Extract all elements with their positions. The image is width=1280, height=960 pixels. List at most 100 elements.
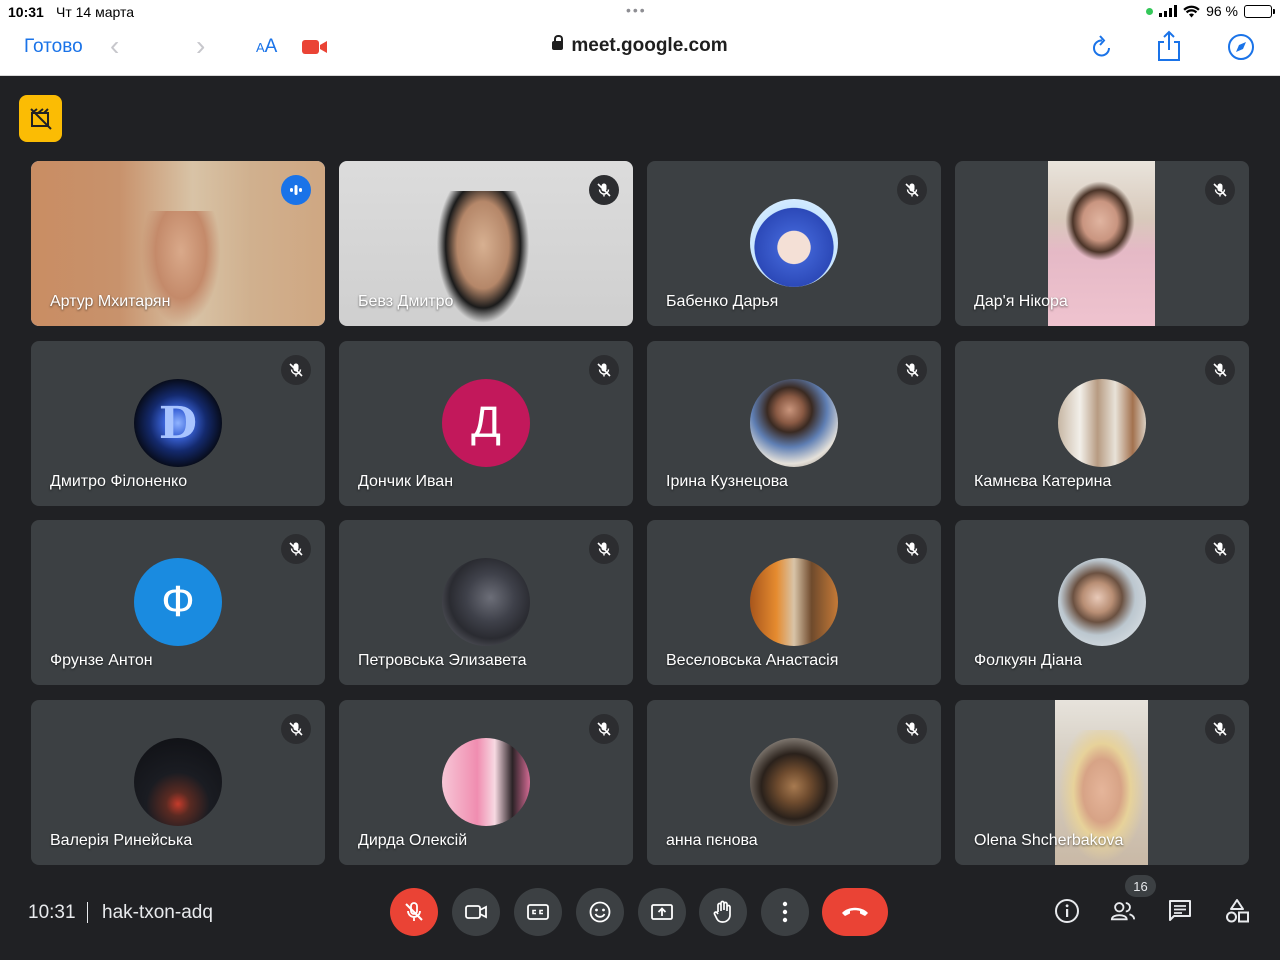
meeting-controls-bar: 10:31 hak-txon-adq: [0, 880, 1280, 960]
participant-tile[interactable]: Фолкуян Діана: [955, 520, 1249, 685]
hang-up-icon: [842, 907, 868, 916]
muted-indicator: [897, 175, 927, 205]
mic-off-icon: [1213, 183, 1227, 197]
participant-tile[interactable]: Дар'я Нікора: [955, 161, 1249, 326]
raise-hand-button[interactable]: [699, 888, 747, 936]
participant-name: Валерія Ринейська: [50, 832, 193, 849]
participant-name: Дмитро Філоненко: [50, 473, 188, 490]
participant-count-badge: 16: [1125, 875, 1156, 897]
mic-off-icon: [289, 542, 303, 556]
participant-name: Веселовська Анастасія: [666, 652, 839, 669]
mic-off-icon: [597, 183, 611, 197]
hand-icon: [713, 900, 731, 923]
participant-name: Olena Shcherbakova: [974, 832, 1124, 849]
participant-tile[interactable]: Веселовська Анастасія: [647, 520, 941, 685]
reactions-button[interactable]: [576, 888, 624, 936]
more-options-button[interactable]: [761, 888, 809, 936]
recording-icon: [29, 107, 52, 130]
chat-button[interactable]: [1167, 898, 1193, 924]
participant-avatar: [442, 738, 530, 826]
mic-off-icon: [1213, 722, 1227, 736]
participant-name: Бабенко Дарья: [666, 293, 779, 310]
participant-tile[interactable]: Д Дончик Иван: [339, 341, 633, 506]
multitasking-dots[interactable]: •••: [626, 2, 647, 18]
participant-name: Дончик Иван: [358, 473, 454, 490]
muted-indicator: [589, 175, 619, 205]
lock-icon: [552, 35, 564, 50]
mic-off-icon: [905, 183, 919, 197]
status-bar: 10:31 Чт 14 марта ••• 96 %: [0, 0, 1280, 24]
people-icon: [1110, 902, 1136, 921]
captions-button[interactable]: [514, 888, 562, 936]
muted-indicator: [897, 534, 927, 564]
participant-tile[interactable]: Бевз Дмитро: [339, 161, 633, 326]
mic-off-icon: [905, 542, 919, 556]
microphone-toggle-button[interactable]: [390, 888, 438, 936]
participant-name: Дирда Олексій: [358, 832, 468, 849]
participant-tile[interactable]: Дирда Олексій: [339, 700, 633, 865]
mic-off-icon: [289, 363, 303, 377]
avatar-initial: Ф: [161, 577, 195, 626]
participant-name: Фрунзе Антон: [50, 652, 153, 669]
participant-avatar: Ф: [134, 558, 222, 646]
meeting-details-button[interactable]: [1054, 898, 1080, 924]
present-screen-button[interactable]: [638, 888, 686, 936]
address-bar[interactable]: meet.google.com: [0, 35, 1280, 57]
browser-toolbar: Готово ‹ › AAAA meet.google.com: [0, 24, 1280, 76]
recording-indicator[interactable]: [19, 95, 62, 142]
status-indicators: 96 %: [1146, 3, 1275, 19]
activities-button[interactable]: [1224, 898, 1250, 924]
meeting-time: 10:31: [28, 902, 76, 923]
more-vert-icon: [782, 901, 788, 923]
participant-tile[interactable]: Olena Shcherbakova: [955, 700, 1249, 865]
participant-name: Бевз Дмитро: [358, 293, 454, 310]
participant-avatar: D: [134, 379, 222, 467]
participant-name: Ірина Кузнецова: [666, 473, 788, 490]
speaking-indicator: [281, 175, 311, 205]
emoji-icon: [589, 901, 611, 923]
participant-avatar: [750, 738, 838, 826]
reload-icon[interactable]: [1090, 34, 1114, 60]
muted-indicator: [281, 355, 311, 385]
participants-button[interactable]: [1110, 898, 1136, 924]
participant-tile[interactable]: Ірина Кузнецова: [647, 341, 941, 506]
participant-name: Артур Мхитарян: [50, 293, 171, 310]
muted-indicator: [897, 355, 927, 385]
participant-tile[interactable]: Бабенко Дарья: [647, 161, 941, 326]
participant-tile[interactable]: Ф Фрунзе Антон: [31, 520, 325, 685]
mic-off-icon: [905, 363, 919, 377]
mic-off-icon: [905, 722, 919, 736]
participant-name: анна пєнова: [666, 832, 758, 849]
participant-name: Фолкуян Діана: [974, 652, 1083, 669]
participant-tile[interactable]: D Дмитро Філоненко: [31, 341, 325, 506]
mic-off-icon: [597, 542, 611, 556]
participant-name: Камнєва Катерина: [974, 473, 1112, 490]
participant-avatar: [1058, 379, 1146, 467]
compass-icon[interactable]: [1227, 33, 1255, 61]
participant-tile[interactable]: анна пєнова: [647, 700, 941, 865]
muted-indicator: [281, 534, 311, 564]
battery-percent: 96 %: [1206, 3, 1238, 19]
divider: [87, 902, 88, 923]
mic-off-icon: [289, 722, 303, 736]
participant-tile[interactable]: Артур Мхитарян: [31, 161, 325, 326]
info-icon: [1055, 899, 1079, 923]
muted-indicator: [1205, 175, 1235, 205]
participant-tile[interactable]: Валерія Ринейська: [31, 700, 325, 865]
participant-tile[interactable]: Петровська Элизавета: [339, 520, 633, 685]
participant-name: Петровська Элизавета: [358, 652, 527, 669]
participant-avatar: [750, 558, 838, 646]
participant-avatar: [1058, 558, 1146, 646]
camera-toggle-button[interactable]: [452, 888, 500, 936]
mic-off-icon: [597, 722, 611, 736]
status-time: 10:31: [8, 4, 44, 20]
avatar-initial: Д: [471, 398, 501, 447]
mic-off-icon: [405, 902, 423, 921]
status-date: Чт 14 марта: [56, 4, 135, 20]
share-icon[interactable]: [1156, 30, 1182, 62]
participant-tile[interactable]: Камнєва Катерина: [955, 341, 1249, 506]
participant-avatar: [442, 558, 530, 646]
chat-icon: [1169, 900, 1191, 921]
leave-call-button[interactable]: [822, 888, 888, 936]
muted-indicator: [281, 714, 311, 744]
